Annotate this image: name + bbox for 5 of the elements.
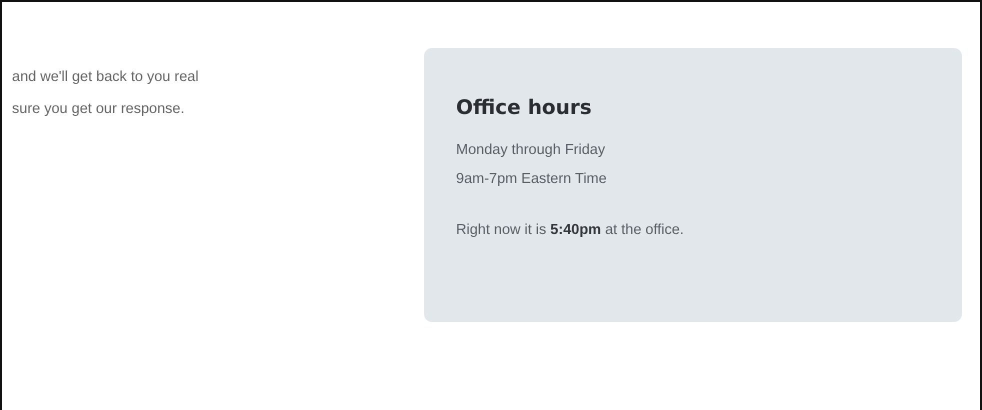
intro-text: and we'll get back to you real bbox=[12, 68, 200, 87]
hours-text: Monday through Friday 9am-7pm Eastern Time bbox=[456, 141, 607, 189]
intro-text: sure you get our response. bbox=[12, 100, 186, 119]
current-time-text: Right now it is 5:40pm at the office. bbox=[456, 221, 684, 240]
card-title: Office hours bbox=[456, 94, 593, 121]
